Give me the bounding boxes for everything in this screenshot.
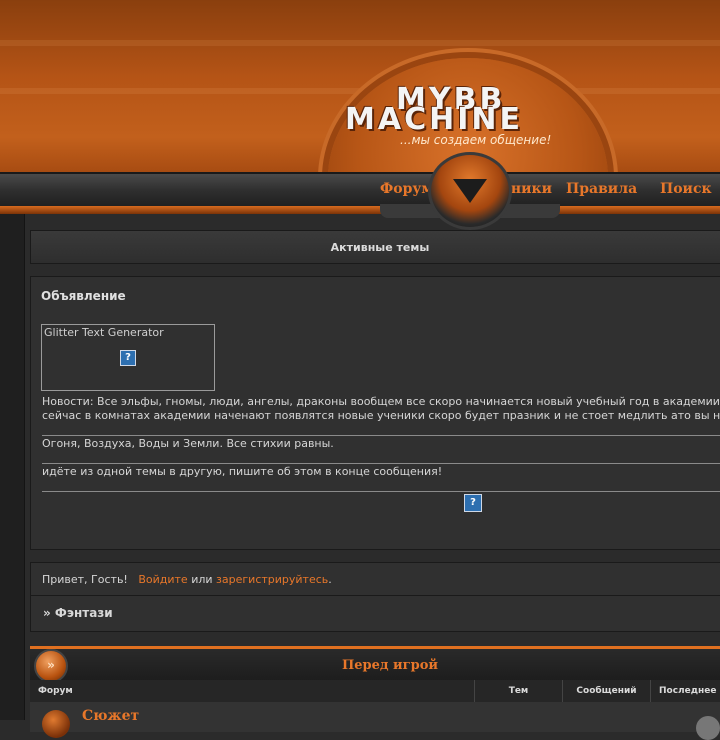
column-forum: Форум [38, 686, 73, 696]
welcome-text: Привет, Гость! Войдите или зарегистрируй… [42, 573, 332, 586]
forum-status-icon [42, 710, 70, 738]
forum-link[interactable]: Сюжет [82, 708, 139, 724]
column-last-post: Последнее с [650, 680, 720, 702]
divider [42, 491, 720, 492]
announcement-title: Объявление [41, 289, 126, 303]
table-row: Сюжет [30, 702, 720, 740]
announcement-line: идёте из одной темы в другую, пишите об … [42, 465, 443, 478]
forum-table-header: Форум Тем Сообщений Последнее с [30, 680, 720, 703]
or-text: или [191, 573, 213, 586]
left-rail [0, 214, 25, 720]
login-link[interactable]: Войдите [138, 573, 187, 586]
column-posts: Сообщений [562, 680, 650, 702]
broken-image-icon: ? [464, 494, 482, 512]
breadcrumb-link[interactable]: » Фэнтази [43, 606, 113, 620]
glitter-alt-text: Glitter Text Generator [44, 326, 164, 339]
header-band [0, 40, 720, 46]
column-topics: Тем [474, 680, 562, 702]
logo-text-bottom[interactable]: MACHINE [345, 102, 523, 137]
category-title[interactable]: Перед игрой [30, 658, 720, 673]
main-nav: Форум Участники Правила Поиск [0, 172, 720, 208]
register-link[interactable]: зарегистрируйтесь [216, 573, 328, 586]
period-text: . [328, 573, 332, 586]
header-banner: MYBB MACHINE ...мы создаем общение! [0, 0, 720, 172]
nav-item-rules[interactable]: Правила [566, 181, 637, 197]
breadcrumb: » Фэнтази [30, 596, 720, 632]
divider [42, 463, 720, 464]
announcement-panel: Объявление Glitter Text Generator ? Ново… [30, 276, 720, 550]
active-topics-link[interactable]: Активные темы [30, 230, 720, 264]
glitter-text-image: Glitter Text Generator ? [41, 324, 215, 391]
announcement-line: сейчас в комнатах академии наченают появ… [42, 409, 720, 422]
logo-tagline: ...мы создаем общение! [400, 133, 552, 147]
welcome-panel: Привет, Гость! Войдите или зарегистрируй… [30, 562, 720, 596]
nav-item-search[interactable]: Поиск [660, 181, 712, 197]
broken-image-icon: ? [120, 350, 136, 366]
nav-stripe [0, 206, 720, 214]
guest-greeting: Привет, Гость! [42, 573, 128, 586]
emblem-icon [428, 152, 512, 230]
nav-item-forum[interactable]: Форум [380, 181, 434, 197]
category-header: » Перед игрой [30, 646, 720, 683]
announcement-line: Новости: Все эльфы, гномы, люди, ангелы,… [42, 395, 720, 408]
divider [42, 435, 720, 436]
header-band [0, 88, 720, 94]
announcement-line: Огоня, Воздуха, Воды и Земли. Все стихии… [42, 437, 334, 450]
